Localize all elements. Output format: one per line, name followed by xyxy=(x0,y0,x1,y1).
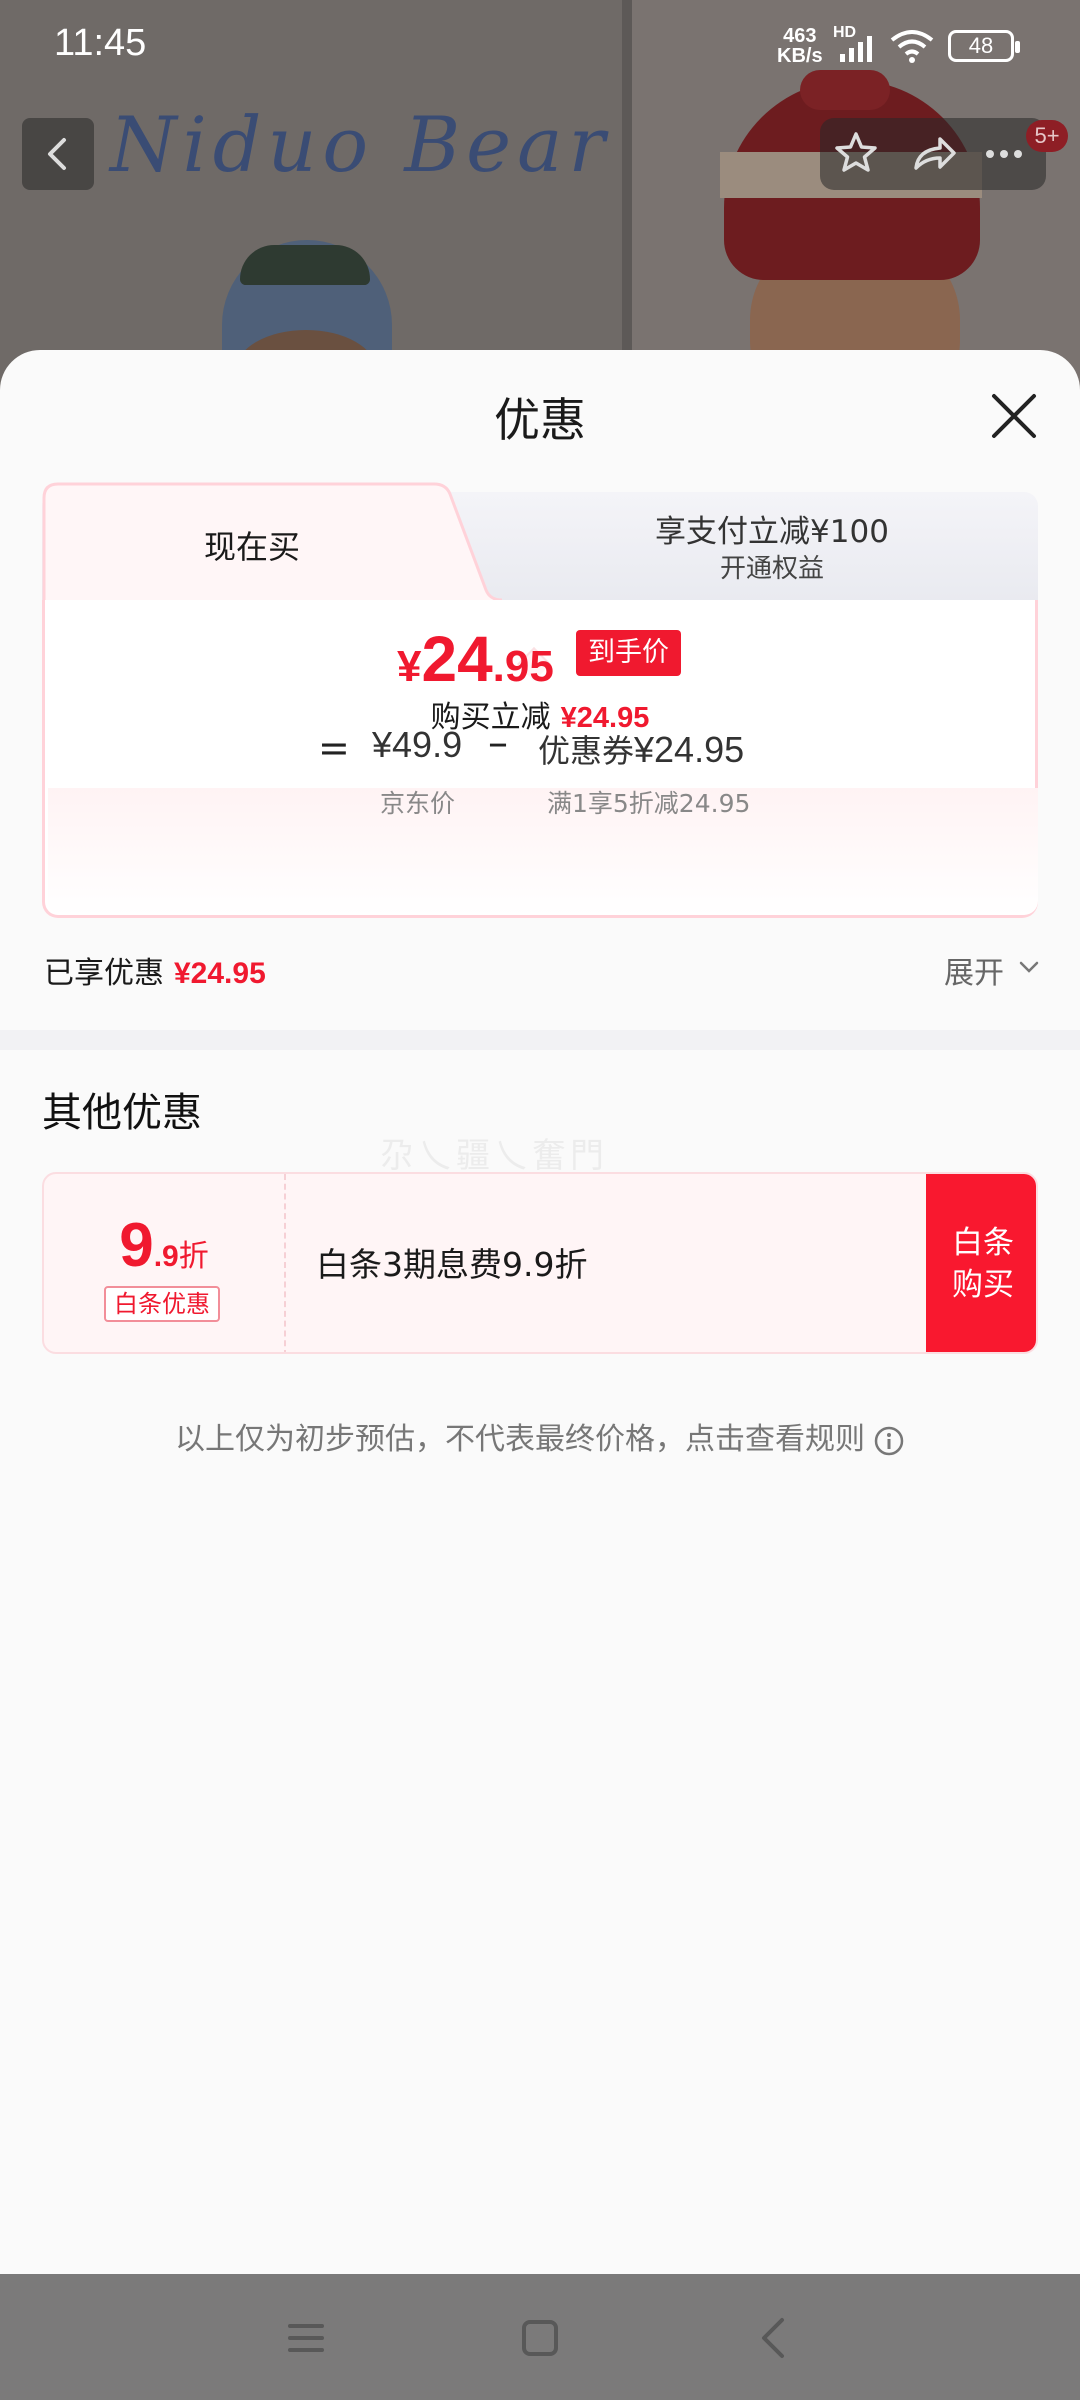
network-speed-unit: KB/s xyxy=(777,45,823,67)
tab-pay-discount-label[interactable]: 享支付立减¥100 xyxy=(512,506,1032,551)
promo-discount: 9.9折 xyxy=(44,1210,284,1281)
enjoyed-discount: 已享优惠 ¥24.95 xyxy=(44,948,266,992)
price-card: 现在买 享支付立减¥100 开通权益 ¥24.95 到手价 购买立减 ¥24.95… xyxy=(42,482,1038,918)
signal-icon xyxy=(840,36,872,62)
network-speed-value: 463 xyxy=(783,25,817,47)
final-price-tag: 到手价 xyxy=(576,630,681,676)
promo-dashed-divider xyxy=(284,1174,286,1352)
tab-buy-now[interactable]: 现在买 xyxy=(42,522,462,568)
final-price: ¥24.95 xyxy=(397,622,554,702)
chevron-down-icon[interactable] xyxy=(1016,954,1042,980)
back-icon xyxy=(48,138,66,170)
enjoyed-amount: ¥24.95 xyxy=(174,957,266,990)
enjoyed-label: 已享优惠 xyxy=(44,956,164,991)
promo-discount-small: .9 xyxy=(153,1240,179,1273)
star-icon[interactable] xyxy=(820,118,892,190)
formula-minus: – xyxy=(488,720,508,766)
home-icon[interactable] xyxy=(512,2310,568,2366)
final-price-integer: 24 xyxy=(421,623,493,695)
cart-badge: 5+ xyxy=(1026,120,1068,152)
wifi-icon xyxy=(890,30,934,63)
expand-button[interactable]: 展开 xyxy=(944,948,1004,992)
baitiao-buy-button[interactable]: 白条 购买 xyxy=(926,1174,1036,1352)
coupon-rule: 满1享5折减24.95 xyxy=(547,789,751,818)
network-speed: 463 KB/s xyxy=(777,26,823,66)
promo-discount-area: 9.9折 白条优惠 xyxy=(44,1174,284,1352)
brand-logo: Niduo Bear xyxy=(110,100,611,189)
coupon-amount: ¥24.95 xyxy=(634,729,745,770)
menu-icon[interactable] xyxy=(278,2310,334,2366)
status-time: 11:45 xyxy=(54,22,147,64)
final-price-currency: ¥ xyxy=(397,642,422,691)
baitiao-buy-line1: 白条 xyxy=(952,1225,1014,1261)
baitiao-buy-line2: 购买 xyxy=(952,1267,1014,1303)
top-action-bar xyxy=(820,118,1046,190)
disclaimer-link[interactable]: 以上仅为初步预估，不代表最终价格，点击查看规则 xyxy=(0,1414,1080,1458)
screen: Niduo Bear 11:45 463 KB/s HD 48 5+ 优惠 现在… xyxy=(0,0,1080,2400)
close-icon[interactable] xyxy=(986,388,1042,444)
hat-band-left xyxy=(240,245,370,285)
coupon: 优惠券¥24.95 xyxy=(538,726,744,772)
final-price-decimal: .95 xyxy=(492,642,554,691)
disclaimer-text: 以上仅为初步预估，不代表最终价格，点击查看规则 xyxy=(175,1422,865,1457)
coupon-label: 优惠券 xyxy=(538,732,635,770)
nav-back-icon[interactable] xyxy=(746,2310,802,2366)
promo-tag: 白条优惠 xyxy=(104,1286,220,1322)
watermark: 尕乀疆乀奮門 xyxy=(380,1136,608,1176)
system-nav-bar xyxy=(0,2274,1080,2400)
promo-discount-unit: 折 xyxy=(178,1239,209,1274)
battery-indicator: 48 xyxy=(948,30,1020,62)
status-bar: 11:45 463 KB/s HD 48 xyxy=(0,0,1080,90)
formula-area xyxy=(48,788,1038,915)
back-button[interactable] xyxy=(22,118,94,190)
share-icon[interactable] xyxy=(896,118,968,190)
discount-sheet: 优惠 现在买 享支付立减¥100 开通权益 ¥24.95 到手价 购买立减 ¥24… xyxy=(0,350,1080,2274)
info-icon[interactable] xyxy=(873,1425,905,1457)
sheet-title: 优惠 xyxy=(494,393,586,447)
baitiao-promo-card[interactable]: 9.9折 白条优惠 白条3期息费9.9折 白条 购买 xyxy=(42,1172,1038,1354)
formula-equals: = xyxy=(318,726,350,770)
other-discounts-title: 其他优惠 xyxy=(42,1090,202,1136)
promo-discount-big: 9 xyxy=(119,1211,154,1280)
promo-description: 白条3期息费9.9折 xyxy=(316,1245,588,1284)
tab-pay-discount-sub[interactable]: 开通权益 xyxy=(512,548,1032,585)
section-divider xyxy=(0,1030,1080,1050)
jd-price-label: 京东价 xyxy=(380,789,456,818)
jd-price: ¥49.9 xyxy=(372,724,463,765)
